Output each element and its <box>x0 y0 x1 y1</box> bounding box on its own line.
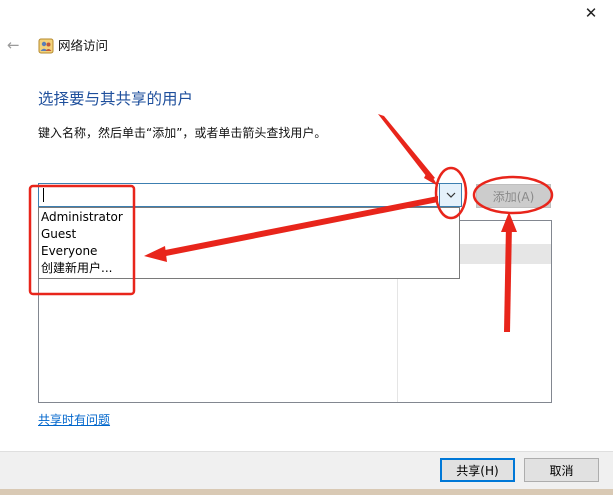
taskbar-strip <box>0 489 613 495</box>
dropdown-item-everyone[interactable]: Everyone <box>41 243 97 260</box>
instruction-text: 键入名称，然后单击“添加”，或者单击箭头查找用户。 <box>38 126 327 140</box>
user-name-input[interactable] <box>41 185 439 205</box>
share-button[interactable]: 共享(H) <box>440 458 515 482</box>
dropdown-arrow-button[interactable] <box>439 184 461 206</box>
close-icon[interactable]: ✕ <box>582 4 600 22</box>
user-dropdown-list[interactable]: Administrator Guest Everyone 创建新用户... <box>38 207 460 279</box>
wizard-title: 网络访问 <box>58 38 109 53</box>
text-caret <box>43 188 44 202</box>
user-name-combo[interactable] <box>38 183 462 207</box>
network-users-icon <box>38 38 54 54</box>
annotation-arrow <box>378 114 435 181</box>
sharing-help-link[interactable]: 共享时有问题 <box>38 412 110 428</box>
chevron-down-icon <box>446 192 455 198</box>
dropdown-item-create-new-user[interactable]: 创建新用户... <box>41 260 112 277</box>
back-arrow-icon[interactable]: ← <box>7 37 23 53</box>
page-heading: 选择要与其共享的用户 <box>38 90 194 108</box>
add-button[interactable]: 添加(A) <box>476 184 551 208</box>
cancel-button[interactable]: 取消 <box>524 458 599 482</box>
dropdown-item-administrator[interactable]: Administrator <box>41 209 123 226</box>
dropdown-item-guest[interactable]: Guest <box>41 226 76 243</box>
